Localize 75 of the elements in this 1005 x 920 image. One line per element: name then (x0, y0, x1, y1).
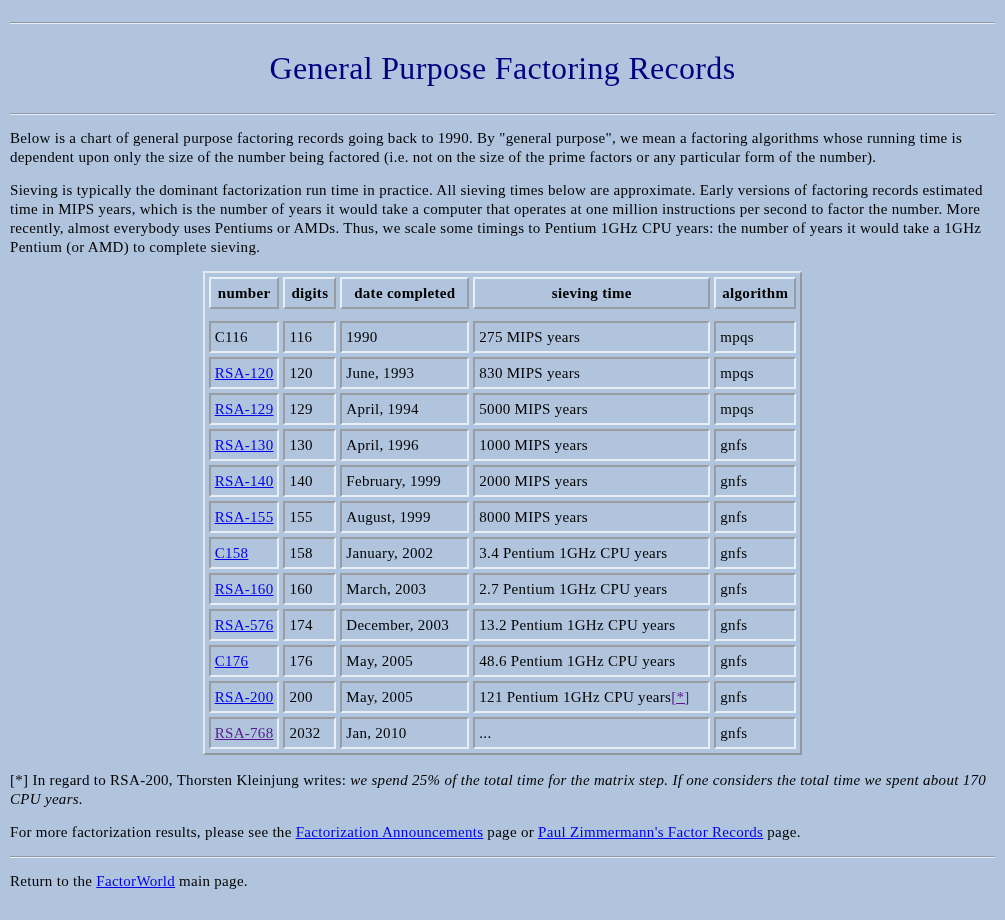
table-cell: gnfs (714, 717, 797, 749)
table-cell: 13.2 Pentium 1GHz CPU years (473, 609, 711, 641)
table-cell: 8000 MIPS years (473, 501, 711, 533)
table-cell: 2032 (283, 717, 337, 749)
table-cell: 120 (283, 357, 337, 389)
table-cell: 155 (283, 501, 337, 533)
table-cell: mpqs (714, 393, 797, 425)
page-link[interactable]: Paul Zimmermann's Factor Records (538, 824, 764, 840)
table-cell: gnfs (714, 609, 797, 641)
table-cell: gnfs (714, 681, 797, 713)
table-cell: Jan, 2010 (340, 717, 470, 749)
intro-paragraph: Below is a chart of general purpose factoring records going back to 1990. By "general purpose", we mean a factoring algorithms whose running time is dependent upon only the size of the number being factored (i.e. not on the size of the prime factors or any particular form of the number). (10, 129, 964, 167)
home-link[interactable]: FactorWorld (96, 873, 176, 889)
table-cell: 116 (283, 321, 337, 353)
table-cell: 3.4 Pentium 1GHz CPU years (473, 537, 711, 569)
table-cell: 1990 (340, 321, 470, 353)
return-paragraph: Return to the FactorWorld main page. (10, 872, 249, 891)
table-cell: March, 2003 (340, 573, 470, 605)
table-cell: 2000 MIPS years (473, 465, 711, 497)
table-cell: May, 2005 (340, 681, 470, 713)
table-cell: mpqs (714, 357, 797, 389)
table-cell: January, 2002 (340, 537, 470, 569)
number-link[interactable]: RSA-576 (214, 616, 274, 633)
table-cell: 130 (283, 429, 337, 461)
table-cell: gnfs (714, 537, 797, 569)
table-cell: August, 1999 (340, 501, 470, 533)
number-link[interactable]: RSA-768 (214, 724, 274, 741)
table-cell: 1000 MIPS years (473, 429, 711, 461)
intro-paragraph: Sieving is typically the dominant factorization run time in practice. All sieving times below are approximate. Early versions of factoring records estimated time in MIPS years, which is the number of years it would take a computer that operates at one million instructions per second to factor the number. More recently, almost everybody uses Pentiums or AMDs. Thus, we scale some timings to Pentium 1GHz CPU years: the number of years it would take a 1GHz Pentium (or AMD) to complete sieving. (10, 181, 984, 257)
column-header: algorithm (714, 277, 797, 309)
table-cell: April, 1994 (340, 393, 470, 425)
table-cell: gnfs (714, 465, 797, 497)
table-cell: 129 (283, 393, 337, 425)
table-cell: gnfs (714, 645, 797, 677)
number-link[interactable]: RSA-130 (214, 436, 274, 453)
table-cell: April, 1996 (340, 429, 470, 461)
table-cell: 5000 MIPS years (473, 393, 711, 425)
column-header: date completed (340, 277, 470, 309)
table-cell: 2.7 Pentium 1GHz CPU years (473, 573, 711, 605)
more-results-paragraph: For more factorization results, please see the Factorization Announcements page or Paul Zimmermann's Factor Records page. (10, 823, 802, 842)
table-cell: gnfs (714, 573, 797, 605)
table-cell: mpqs (714, 321, 797, 353)
table-cell: 200 (283, 681, 337, 713)
table-cell: gnfs (714, 501, 797, 533)
page-title: General Purpose Factoring Records (268, 50, 737, 87)
table-cell: 275 MIPS years (473, 321, 711, 353)
number-link[interactable]: RSA-129 (214, 400, 274, 417)
number-link[interactable]: C176 (214, 652, 249, 669)
table-cell: May, 2005 (340, 645, 470, 677)
footnote-paragraph: [*] In regard to RSA-200, Thorsten Kleinjung writes: we spend 25% of the total time for the matrix step. If one considers the total time we spent about 170 CPU years. (10, 771, 988, 809)
table-cell: ... (473, 717, 711, 749)
footnote-link[interactable]: [*] (671, 688, 690, 705)
table-cell: 158 (283, 537, 337, 569)
sieving-text: 121 Pentium 1GHz CPU years (479, 688, 672, 705)
column-header: number (208, 277, 280, 309)
table-cell: 48.6 Pentium 1GHz CPU years (473, 645, 711, 677)
number-link[interactable]: RSA-120 (214, 364, 274, 381)
number-link[interactable]: RSA-155 (214, 508, 274, 525)
number-link[interactable]: RSA-200 (214, 688, 274, 705)
number-link[interactable]: C158 (214, 544, 249, 561)
table-cell: 160 (283, 573, 337, 605)
column-header: digits (283, 277, 337, 309)
table-cell: December, 2003 (340, 609, 470, 641)
table-cell: 174 (283, 609, 337, 641)
table-cell: 176 (283, 645, 337, 677)
table-cell: gnfs (714, 429, 797, 461)
number-text: C116 (214, 328, 248, 345)
table-cell: 830 MIPS years (473, 357, 711, 389)
number-link[interactable]: RSA-160 (214, 580, 274, 597)
table-cell: June, 1993 (340, 357, 470, 389)
page-link[interactable]: Factorization Announcements (295, 824, 484, 840)
table-cell: 140 (283, 465, 337, 497)
column-header: sieving time (473, 277, 711, 309)
table-cell: February, 1999 (340, 465, 470, 497)
number-link[interactable]: RSA-140 (214, 472, 274, 489)
